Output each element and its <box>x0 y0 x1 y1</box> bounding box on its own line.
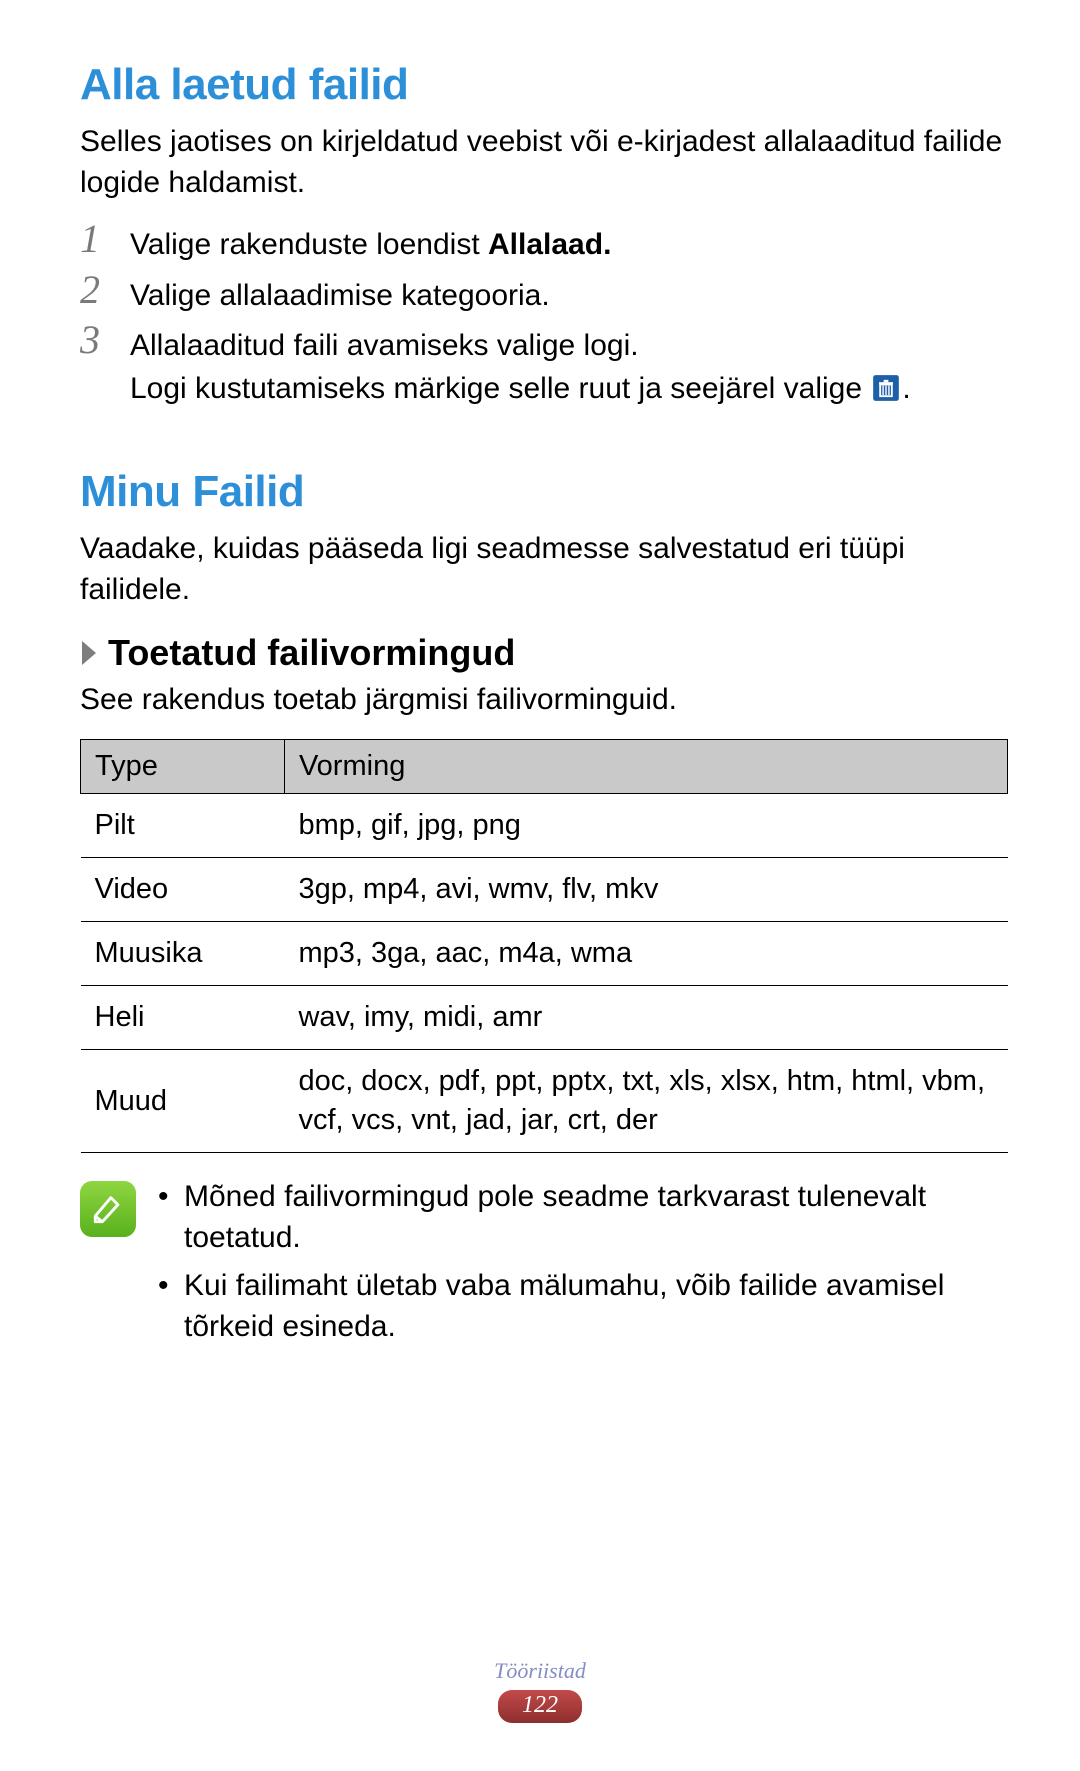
myfiles-intro: Vaadake, kuidas pääseda ligi seadmesse s… <box>80 529 1008 610</box>
page-footer: Tööriistad 122 <box>0 1658 1080 1723</box>
table-row: Muud doc, docx, pdf, ppt, pptx, txt, xls… <box>81 1050 1008 1153</box>
table-row: Heli wav, imy, midi, amr <box>81 985 1008 1049</box>
note-item: Kui failimaht ületab vaba mälumahu, võib… <box>158 1266 1008 1347</box>
cell-format: mp3, 3ga, aac, m4a, wma <box>284 921 1007 985</box>
step-1-text-prefix: Valige rakenduste loendist <box>130 228 488 261</box>
table-header-format: Vorming <box>284 739 1007 793</box>
trash-icon <box>872 374 900 402</box>
step-3-sub-prefix: Logi kustutamiseks märkige selle ruut ja… <box>130 372 870 405</box>
step-3: Allalaaditud faili avamiseks valige logi… <box>80 326 1008 409</box>
note-block: Mõned failivormingud pole seadme tarkvar… <box>80 1177 1008 1355</box>
table-row: Video 3gp, mp4, avi, wmv, flv, mkv <box>81 857 1008 921</box>
downloads-title: Alla laetud failid <box>80 60 1008 110</box>
cell-type: Muud <box>81 1050 285 1153</box>
step-2-text: Valige allalaadimise kategooria. <box>130 276 1008 317</box>
step-1: Valige rakenduste loendist Allalaad. <box>80 225 1008 266</box>
cell-type: Muusika <box>81 921 285 985</box>
step-3-sub-suffix: . <box>902 372 910 405</box>
downloads-steps: Valige rakenduste loendist Allalaad. Val… <box>80 225 1008 409</box>
supported-formats-intro: See rakendus toetab järgmisi failivormin… <box>80 680 1008 721</box>
note-icon <box>80 1181 136 1237</box>
chevron-right-icon <box>80 639 100 667</box>
myfiles-title: Minu Failid <box>80 467 1008 517</box>
step-3-text: Allalaaditud faili avamiseks valige logi… <box>130 326 1008 367</box>
table-row: Pilt bmp, gif, jpg, png <box>81 793 1008 857</box>
table-header-type: Type <box>81 739 285 793</box>
cell-type: Heli <box>81 985 285 1049</box>
supported-formats-heading-text: Toetatud failivormingud <box>108 632 515 674</box>
cell-format: 3gp, mp4, avi, wmv, flv, mkv <box>284 857 1007 921</box>
step-1-bold: Allalaad. <box>488 228 611 261</box>
page-number-badge: 122 <box>498 1690 582 1723</box>
cell-type: Pilt <box>81 793 285 857</box>
supported-formats-heading: Toetatud failivormingud <box>80 632 1008 674</box>
cell-format: bmp, gif, jpg, png <box>284 793 1007 857</box>
cell-format: doc, docx, pdf, ppt, pptx, txt, xls, xls… <box>284 1050 1007 1153</box>
downloads-intro: Selles jaotises on kirjeldatud veebist v… <box>80 122 1008 203</box>
step-2: Valige allalaadimise kategooria. <box>80 276 1008 317</box>
file-formats-table: Type Vorming Pilt bmp, gif, jpg, png Vid… <box>80 739 1008 1154</box>
document-page: Alla laetud failid Selles jaotises on ki… <box>0 0 1080 1771</box>
cell-format: wav, imy, midi, amr <box>284 985 1007 1049</box>
footer-section-label: Tööriistad <box>0 1658 1080 1684</box>
table-header-row: Type Vorming <box>81 739 1008 793</box>
note-list: Mõned failivormingud pole seadme tarkvar… <box>158 1177 1008 1355</box>
table-row: Muusika mp3, 3ga, aac, m4a, wma <box>81 921 1008 985</box>
note-item: Mõned failivormingud pole seadme tarkvar… <box>158 1177 1008 1258</box>
cell-type: Video <box>81 857 285 921</box>
